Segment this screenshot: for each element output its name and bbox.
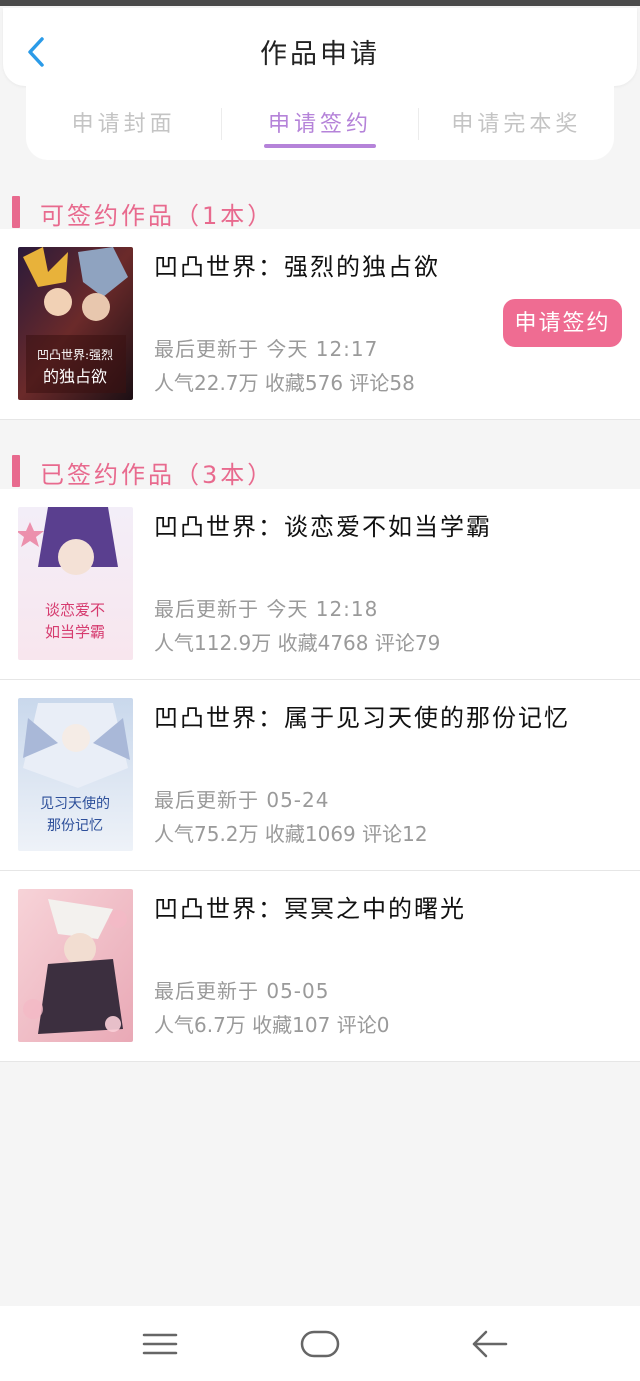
- tab-label: 申请封面: [71, 112, 176, 137]
- book-stats: 人气75.2万 收藏1069 评论12: [154, 822, 428, 846]
- system-nav-bar: [0, 1306, 640, 1381]
- tab-apply-completion-award[interactable]: 申请完本奖: [419, 86, 614, 160]
- book-stats: 人气22.7万 收藏576 评论58: [154, 371, 415, 395]
- book-cover[interactable]: 凹凸世界:强烈 的独占欲: [18, 247, 133, 400]
- section-marker: [12, 455, 20, 487]
- back-arrow-icon: [472, 1330, 508, 1358]
- svg-text:的独占欲: 的独占欲: [43, 367, 107, 386]
- home-icon: [300, 1330, 340, 1358]
- book-title[interactable]: 凹凸世界：强烈的独占欲: [154, 247, 440, 282]
- section-title: 已签约作品（3本）: [40, 461, 275, 489]
- book-cover[interactable]: 见习天使的 那份记忆: [18, 698, 133, 851]
- section-title: 可签约作品（1本）: [40, 202, 275, 230]
- app-header: 作品申请: [3, 8, 637, 86]
- book-card[interactable]: 凹凸世界：冥冥之中的曙光 最后更新于 05-05 人气6.7万 收藏107 评论…: [0, 871, 640, 1062]
- book-card[interactable]: 谈恋爱不 如当学霸 凹凸世界：谈恋爱不如当学霸 最后更新于 今天 12:18 人…: [0, 489, 640, 680]
- nav-menu-button[interactable]: [135, 1326, 185, 1362]
- book-updated: 最后更新于 05-05: [154, 979, 330, 1003]
- tab-apply-cover[interactable]: 申请封面: [26, 86, 221, 160]
- svg-text:那份记忆: 那份记忆: [47, 818, 103, 834]
- book-card[interactable]: 凹凸世界:强烈 的独占欲 凹凸世界：强烈的独占欲 最后更新于 今天 12:17 …: [0, 229, 640, 420]
- book-updated: 最后更新于 05-24: [154, 788, 330, 812]
- svg-text:谈恋爱不: 谈恋爱不: [45, 601, 105, 619]
- tab-label: 申请签约: [267, 112, 372, 137]
- nav-back-button[interactable]: [465, 1326, 515, 1362]
- menu-icon: [142, 1333, 178, 1355]
- tab-label: 申请完本奖: [451, 112, 582, 137]
- svg-text:如当学霸: 如当学霸: [45, 623, 105, 641]
- tab-bar: 申请封面 申请签约 申请完本奖: [26, 86, 614, 160]
- nav-home-button[interactable]: [295, 1326, 345, 1362]
- book-stats: 人气6.7万 收藏107 评论0: [154, 1013, 390, 1037]
- book-card[interactable]: 见习天使的 那份记忆 凹凸世界：属于见习天使的那份记忆 最后更新于 05-24 …: [0, 680, 640, 871]
- page-title: 作品申请: [260, 39, 380, 70]
- status-bar: [0, 0, 640, 6]
- book-cover[interactable]: [18, 889, 133, 1042]
- section-marker: [12, 196, 20, 228]
- tab-apply-contract[interactable]: 申请签约: [222, 86, 417, 160]
- book-title[interactable]: 凹凸世界：属于见习天使的那份记忆: [154, 698, 570, 733]
- apply-contract-button[interactable]: 申请签约: [503, 299, 622, 347]
- signed-section-header: 已签约作品（3本）: [0, 453, 640, 493]
- signable-section-header: 可签约作品（1本）: [0, 194, 640, 234]
- book-cover[interactable]: 谈恋爱不 如当学霸: [18, 507, 133, 660]
- book-title[interactable]: 凹凸世界：谈恋爱不如当学霸: [154, 507, 492, 542]
- book-updated: 最后更新于 今天 12:18: [154, 597, 379, 621]
- book-stats: 人气112.9万 收藏4768 评论79: [154, 631, 441, 655]
- book-updated: 最后更新于 今天 12:17: [154, 337, 379, 361]
- svg-text:见习天使的: 见习天使的: [40, 795, 110, 812]
- active-tab-indicator: [263, 144, 376, 148]
- book-title[interactable]: 凹凸世界：冥冥之中的曙光: [154, 889, 466, 924]
- svg-text:凹凸世界:强烈: 凹凸世界:强烈: [37, 348, 113, 362]
